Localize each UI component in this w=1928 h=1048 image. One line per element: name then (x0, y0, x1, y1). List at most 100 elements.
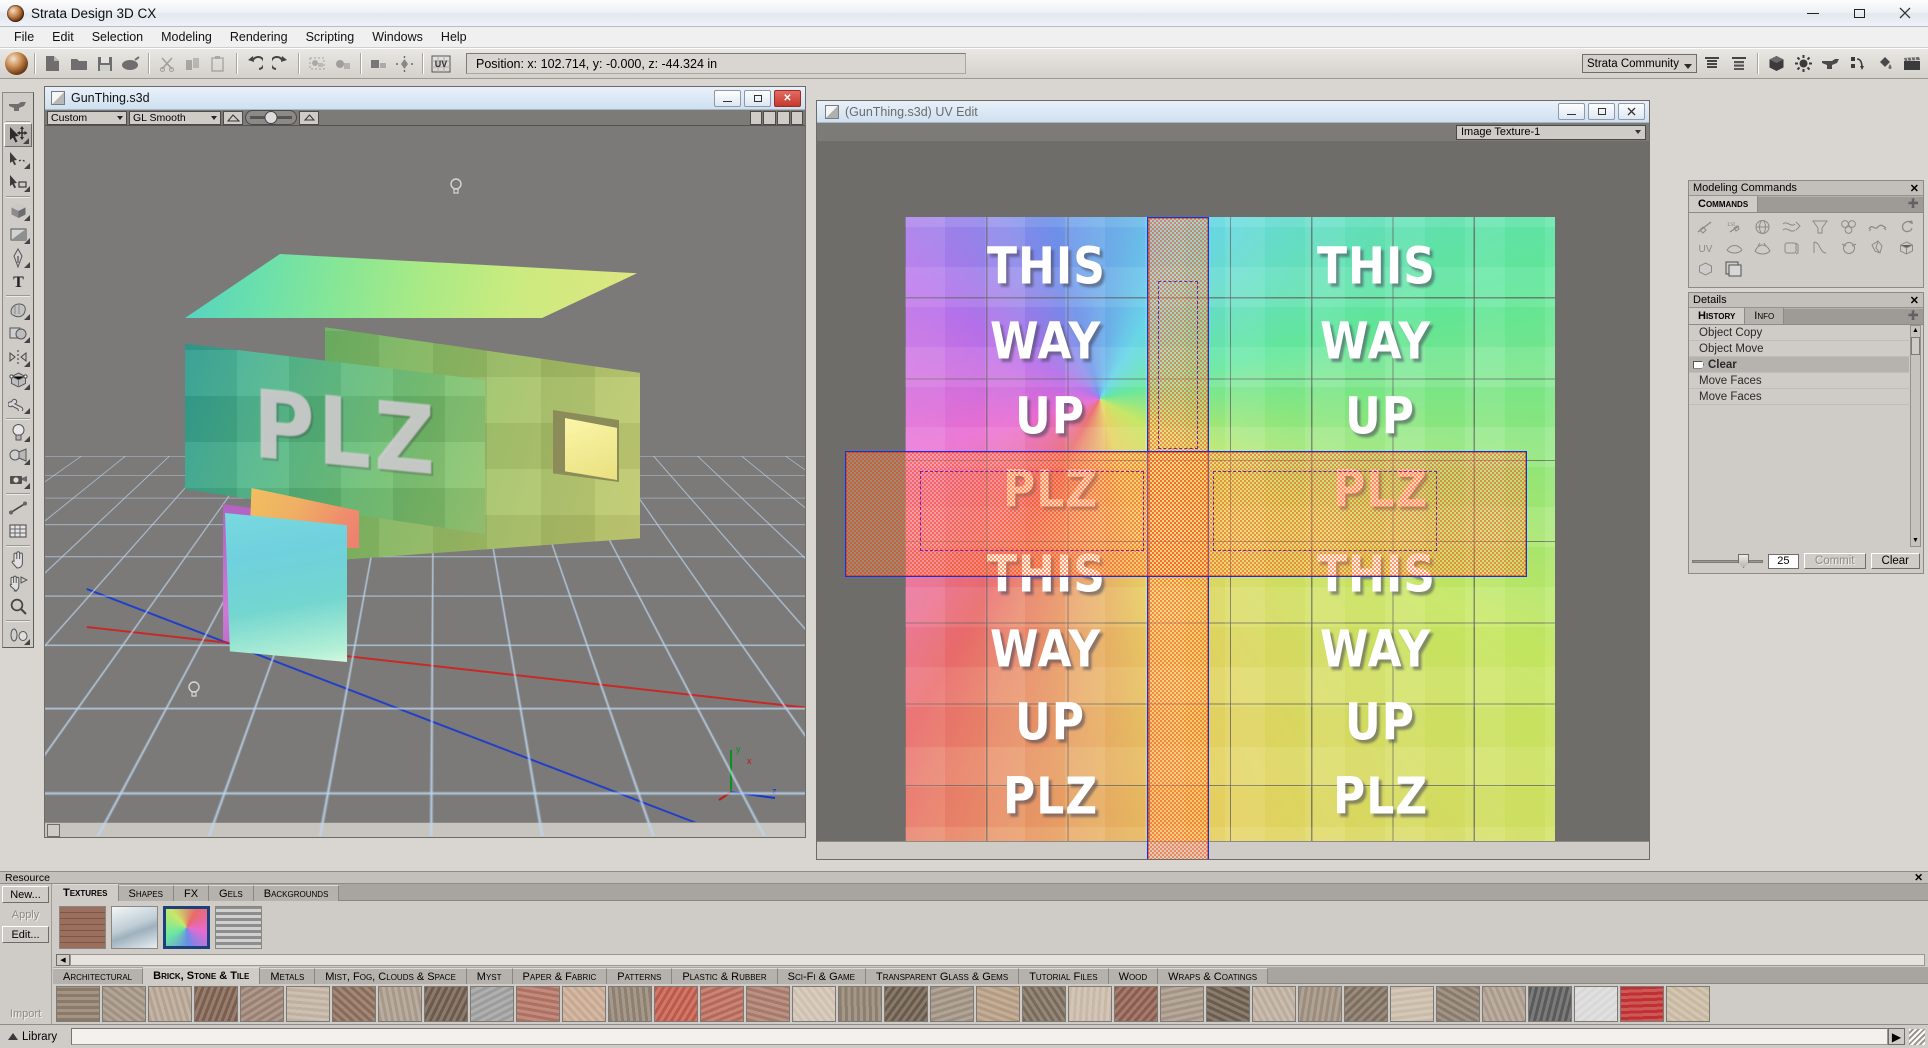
menu-edit[interactable]: Edit (43, 28, 83, 46)
bend-icon[interactable] (1807, 238, 1834, 257)
cat-patterns[interactable]: Patterns (607, 968, 673, 984)
tool-cube-primitive[interactable] (4, 199, 32, 223)
texture-thumbnail[interactable] (1160, 986, 1204, 1022)
tool-lasso-select[interactable] (4, 147, 32, 171)
texture-thumbnail[interactable] (1298, 986, 1342, 1022)
clear-button[interactable]: Clear (1870, 553, 1920, 569)
tool-deform-cage[interactable] (4, 369, 32, 393)
texture-thumbnail[interactable] (1620, 986, 1664, 1022)
uv-button[interactable]: UV (428, 51, 453, 76)
import-resource-button[interactable]: Import (2, 1005, 49, 1022)
wireframe-low-button[interactable] (223, 110, 243, 125)
window-minimize-button[interactable] (1790, 0, 1836, 27)
metaball-icon[interactable] (1836, 217, 1863, 236)
viewport-canvas[interactable]: PLZ y x z (45, 126, 805, 836)
layers-icon[interactable] (777, 110, 790, 125)
texture-thumbnail[interactable] (56, 986, 100, 1022)
menu-modeling[interactable]: Modeling (152, 28, 221, 46)
menu-help[interactable]: Help (432, 28, 476, 46)
cat-brick-stone-tile[interactable]: Brick, Stone & Tile (143, 967, 261, 984)
viewport-resize-handle[interactable] (47, 823, 60, 837)
history-slider[interactable] (1692, 554, 1763, 568)
tool-camera[interactable] (4, 467, 32, 491)
viewport-close-button[interactable]: ✕ (774, 89, 801, 107)
swatch-brick[interactable] (59, 905, 106, 949)
add-icon[interactable]: ➕ (1908, 310, 1919, 321)
film-clapper-button[interactable] (1899, 51, 1924, 76)
detail-slider[interactable] (245, 110, 297, 125)
cube-shrink-icon[interactable] (1893, 238, 1920, 257)
tool-plane-primitive[interactable] (4, 223, 32, 247)
model-mode-button[interactable] (1764, 51, 1789, 76)
texture-thumbnail[interactable] (792, 986, 836, 1022)
cone-deform-icon[interactable] (1807, 217, 1834, 236)
strata-community-dropdown[interactable]: Strata Community (1581, 54, 1697, 73)
tool-anvil[interactable] (4, 95, 32, 119)
texture-thumbnail[interactable] (1068, 986, 1112, 1022)
texture-thumbnail[interactable] (286, 986, 330, 1022)
scroll-track[interactable] (70, 954, 1925, 966)
duplicate-layers-icon[interactable] (1721, 259, 1748, 278)
first-point-icon[interactable]: 1st (1721, 217, 1748, 236)
texture-thumbnail[interactable] (378, 986, 422, 1022)
history-row-clear[interactable]: Clear (1689, 357, 1909, 373)
commit-button[interactable]: Commit (1803, 553, 1866, 569)
tool-light[interactable] (4, 420, 32, 444)
undo-button[interactable] (242, 51, 267, 76)
texture-thumbnail[interactable] (1574, 986, 1618, 1022)
tab-backgrounds[interactable]: Backgrounds (253, 885, 340, 901)
texture-thumbnail[interactable] (1528, 986, 1572, 1022)
texture-thumbnail[interactable] (194, 986, 238, 1022)
solidify-icon[interactable] (1778, 238, 1805, 257)
viewport-title-bar[interactable]: GunThing.s3d ✕ (45, 87, 805, 110)
open-folder-button[interactable] (66, 51, 91, 76)
texture-thumbnail[interactable] (1482, 986, 1526, 1022)
animation-button[interactable] (1845, 51, 1870, 76)
light-handle-bottom-icon[interactable] (188, 681, 200, 697)
viewport-maximize-button[interactable] (744, 89, 771, 107)
swatch-glass[interactable] (111, 905, 158, 949)
wireframe-high-button[interactable] (299, 110, 319, 125)
align-lines-button[interactable] (1699, 51, 1724, 76)
texture-thumbnail[interactable] (1206, 986, 1250, 1022)
uv-maximize-button[interactable] (1588, 103, 1615, 120)
tool-mirror[interactable] (4, 345, 32, 369)
close-icon[interactable]: ✕ (1910, 294, 1919, 307)
apply-resource-button[interactable]: Apply (2, 906, 49, 923)
edit-resource-button[interactable]: Edit... (2, 926, 49, 943)
inflate-icon[interactable] (1750, 238, 1777, 257)
sphere-wire-icon[interactable] (1750, 217, 1777, 236)
cat-paper-fabric[interactable]: Paper & Fabric (512, 968, 608, 984)
texture-thumbnail[interactable] (1344, 986, 1388, 1022)
history-row-move-faces-2[interactable]: Move Faces (1689, 389, 1909, 405)
window-close-button[interactable] (1882, 0, 1928, 27)
cloth-icon[interactable] (1721, 238, 1748, 257)
cat-wraps-coatings[interactable]: Wraps & Coatings (1158, 968, 1269, 984)
menu-file[interactable]: File (5, 28, 43, 46)
tab-history[interactable]: History (1689, 308, 1746, 324)
slider-knob[interactable] (1738, 554, 1749, 568)
texture-thumbnail[interactable] (562, 986, 606, 1022)
copy-button[interactable] (180, 51, 205, 76)
scroll-thumb[interactable] (1911, 337, 1920, 355)
menu-rendering[interactable]: Rendering (221, 28, 297, 46)
tool-grid[interactable] (4, 519, 32, 543)
add-view-icon[interactable] (791, 110, 803, 125)
scroll-up-icon[interactable]: ▲ (1911, 326, 1920, 336)
texture-thumbnail[interactable] (332, 986, 376, 1022)
cube-smooth-icon[interactable] (1692, 259, 1719, 278)
tool-sculpt[interactable] (4, 298, 32, 322)
distribute-button[interactable] (392, 51, 417, 76)
texture-thumbnail[interactable] (1436, 986, 1480, 1022)
texture-thumbnail[interactable] (470, 986, 514, 1022)
texture-thumbnail[interactable] (240, 986, 284, 1022)
view-preset-dropdown[interactable]: Custom (47, 110, 127, 125)
window-maximize-button[interactable] (1836, 0, 1882, 27)
scroll-down-icon[interactable]: ▼ (1911, 536, 1920, 546)
shading-mode-dropdown[interactable]: GL Smooth (129, 110, 221, 125)
save-button[interactable] (92, 51, 117, 76)
texture-thumbnail[interactable] (1666, 986, 1710, 1022)
swatch-rainbow-texture[interactable] (163, 905, 210, 949)
texture-thumbnail[interactable] (700, 986, 744, 1022)
sphere-morph-icon[interactable] (1836, 238, 1863, 257)
